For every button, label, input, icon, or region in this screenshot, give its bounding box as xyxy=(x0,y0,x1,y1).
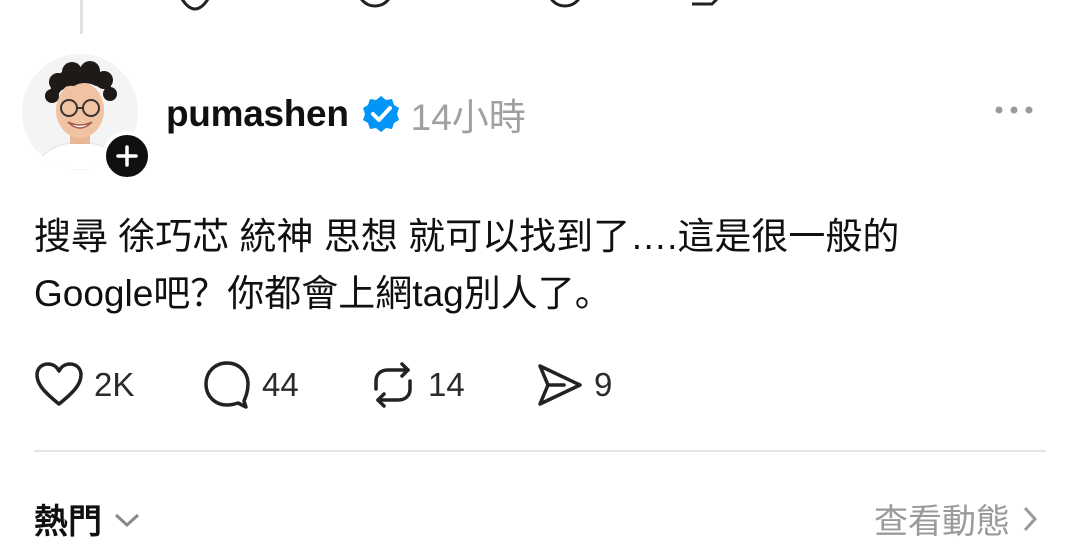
avatar-container[interactable] xyxy=(22,54,152,181)
sort-label: 熱門 xyxy=(34,503,102,541)
follow-button[interactable] xyxy=(102,131,152,181)
heart-icon xyxy=(35,362,83,406)
post-content-line: 搜尋 徐巧芯 統神 思想 就可以找到了….這是很一般的 xyxy=(34,216,900,257)
heart-icon xyxy=(180,0,210,11)
sort-dropdown[interactable]: 熱門 xyxy=(34,494,142,543)
comment-icon xyxy=(360,0,390,8)
repost-icon xyxy=(374,362,412,408)
share-icon xyxy=(692,0,719,6)
comment-icon xyxy=(204,361,250,409)
share-button[interactable]: 9 xyxy=(534,360,612,410)
like-button[interactable]: 2K xyxy=(34,360,134,410)
previous-post-action-bar xyxy=(0,0,1080,14)
divider xyxy=(34,450,1046,452)
post-header: pumashen 14小時 xyxy=(166,92,526,138)
comment-count: 44 xyxy=(262,366,299,403)
chevron-down-icon xyxy=(114,513,140,527)
share-icon xyxy=(538,364,582,406)
chevron-right-icon xyxy=(1023,506,1038,531)
like-count: 2K xyxy=(94,366,135,403)
view-activity-link[interactable]: 查看動態 xyxy=(874,494,1040,543)
comment-button[interactable]: 44 xyxy=(202,360,299,410)
share-count: 9 xyxy=(594,366,613,403)
username[interactable]: pumashen xyxy=(166,93,349,135)
more-options-icon[interactable] xyxy=(994,100,1034,120)
repost-button[interactable]: 14 xyxy=(368,360,465,410)
verified-badge-icon xyxy=(362,96,399,132)
view-activity-label: 查看動態 xyxy=(874,503,1010,541)
plus-icon xyxy=(116,145,138,167)
repost-count: 14 xyxy=(428,366,465,403)
post-content-line: Google吧？你都會上網tag別人了。 xyxy=(34,273,612,314)
repost-icon xyxy=(550,0,580,8)
post-content: 搜尋 徐巧芯 統神 思想 就可以找到了….這是很一般的 Google吧？你都會上… xyxy=(34,208,1034,322)
post-timestamp: 14小時 xyxy=(410,97,526,138)
